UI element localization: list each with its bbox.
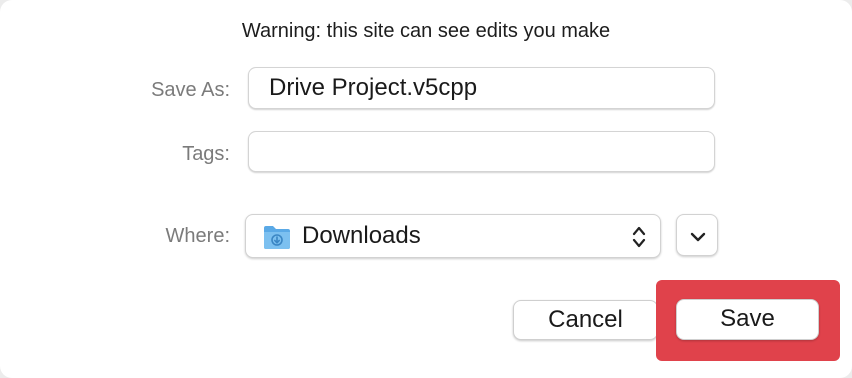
save-as-label: Save As: [151, 79, 230, 101]
where-popup[interactable]: Downloads [245, 214, 661, 258]
save-as-field-text: Drive Project.v5cpp [269, 74, 478, 101]
where-label: Where: [165, 225, 230, 247]
save-as-field[interactable]: Drive Project.v5cpp [248, 67, 715, 109]
warning-text: Warning: this site can see edits you mak… [241, 20, 611, 42]
tags-label: Tags: [182, 143, 230, 165]
tags-field[interactable] [248, 131, 715, 172]
folder-icon [262, 223, 292, 256]
cancel-button[interactable]: Cancel [513, 300, 658, 340]
up-down-chevron-icon [632, 225, 646, 254]
save-dialog: Warning: this site can see edits you mak… [0, 0, 852, 378]
save-button[interactable]: Save [676, 299, 819, 340]
where-popup-value: Downloads [302, 222, 421, 249]
chevron-down-icon [690, 230, 706, 248]
expand-button[interactable] [676, 214, 718, 256]
